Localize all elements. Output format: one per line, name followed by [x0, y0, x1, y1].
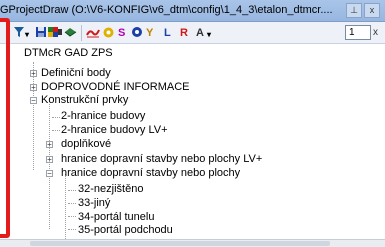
tool-y-button[interactable]: Y	[146, 26, 153, 40]
tree-connector	[65, 174, 66, 239]
tree-item[interactable]: Definiční body	[41, 67, 111, 80]
scrollbar-thumb[interactable]	[30, 241, 330, 246]
tool-r-button[interactable]: R	[180, 26, 188, 40]
tree-item[interactable]: 34-portál tunelu	[78, 211, 154, 224]
tree-item[interactable]: 2-hranice budovy LV+	[61, 124, 168, 137]
settings-icon[interactable]	[101, 26, 115, 40]
page-number-input[interactable]: 1	[345, 25, 371, 40]
highlight-frame	[0, 18, 10, 238]
pin-button[interactable]: ⊥	[346, 3, 362, 18]
tree-connector	[49, 104, 50, 229]
expand-icon[interactable]: +	[46, 156, 53, 164]
tree-connector	[52, 130, 60, 131]
tool-a-button[interactable]: A	[196, 26, 204, 40]
save-icon[interactable]	[34, 26, 48, 40]
tree-item[interactable]: doplňkové	[61, 138, 111, 151]
tree-connector	[68, 229, 76, 230]
palette-icon[interactable]	[48, 26, 62, 40]
tree-item[interactable]: 2-hranice budovy	[61, 110, 145, 123]
collapse-icon[interactable]: −	[46, 170, 53, 178]
tree-connector	[68, 216, 76, 217]
expand-icon[interactable]: +	[30, 84, 37, 92]
tree-item[interactable]: DOPROVODNÉ INFORMACE	[41, 81, 190, 94]
tree-connector	[68, 190, 76, 191]
layers-icon[interactable]	[63, 26, 77, 40]
toolbar-separator	[81, 25, 82, 41]
expand-icon[interactable]: +	[46, 141, 53, 149]
collapse-icon[interactable]: −	[30, 97, 37, 105]
window-title: GProjectDraw (O:\V6-KONFIG\v6_dtm\config…	[0, 4, 333, 16]
expand-icon[interactable]: +	[30, 70, 37, 78]
filter-icon[interactable]	[12, 26, 26, 40]
tree-item[interactable]: 33-jiný	[78, 197, 110, 210]
toolbar-close-button[interactable]: x	[373, 27, 378, 38]
symbol-icon[interactable]	[130, 26, 144, 40]
tree-item[interactable]: hranice dopravní stavby nebo plochy LV+	[61, 153, 262, 166]
tool-a-dropdown-icon[interactable]: ▾	[207, 28, 211, 42]
line-style-icon[interactable]	[86, 26, 100, 40]
tree-item[interactable]: 35-portál podchodu	[78, 224, 173, 237]
tree-item[interactable]: hranice dopravní stavby nebo plochy	[61, 167, 240, 180]
tree-connector	[52, 117, 60, 118]
tree-connector	[33, 62, 34, 170]
toolbar: ▾ S Y L R A ▾ 1 x	[0, 22, 385, 44]
tree-item[interactable]: Konstrukční prvky	[41, 94, 128, 107]
layer-tree: DTMcR GAD ZPS + Definiční body + DOPROVO…	[0, 44, 385, 246]
tool-l-button[interactable]: L	[164, 26, 171, 40]
tree-connector	[68, 203, 76, 204]
tree-item[interactable]: 32-nezjištěno	[78, 183, 143, 196]
close-window-button[interactable]: x	[364, 3, 380, 18]
tool-s-button[interactable]: S	[118, 26, 125, 40]
filter-dropdown-arrow-icon[interactable]: ▾	[25, 28, 29, 42]
title-bar: GProjectDraw (O:\V6-KONFIG\v6_dtm\config…	[0, 0, 385, 22]
tree-root[interactable]: DTMcR GAD ZPS	[24, 47, 113, 60]
